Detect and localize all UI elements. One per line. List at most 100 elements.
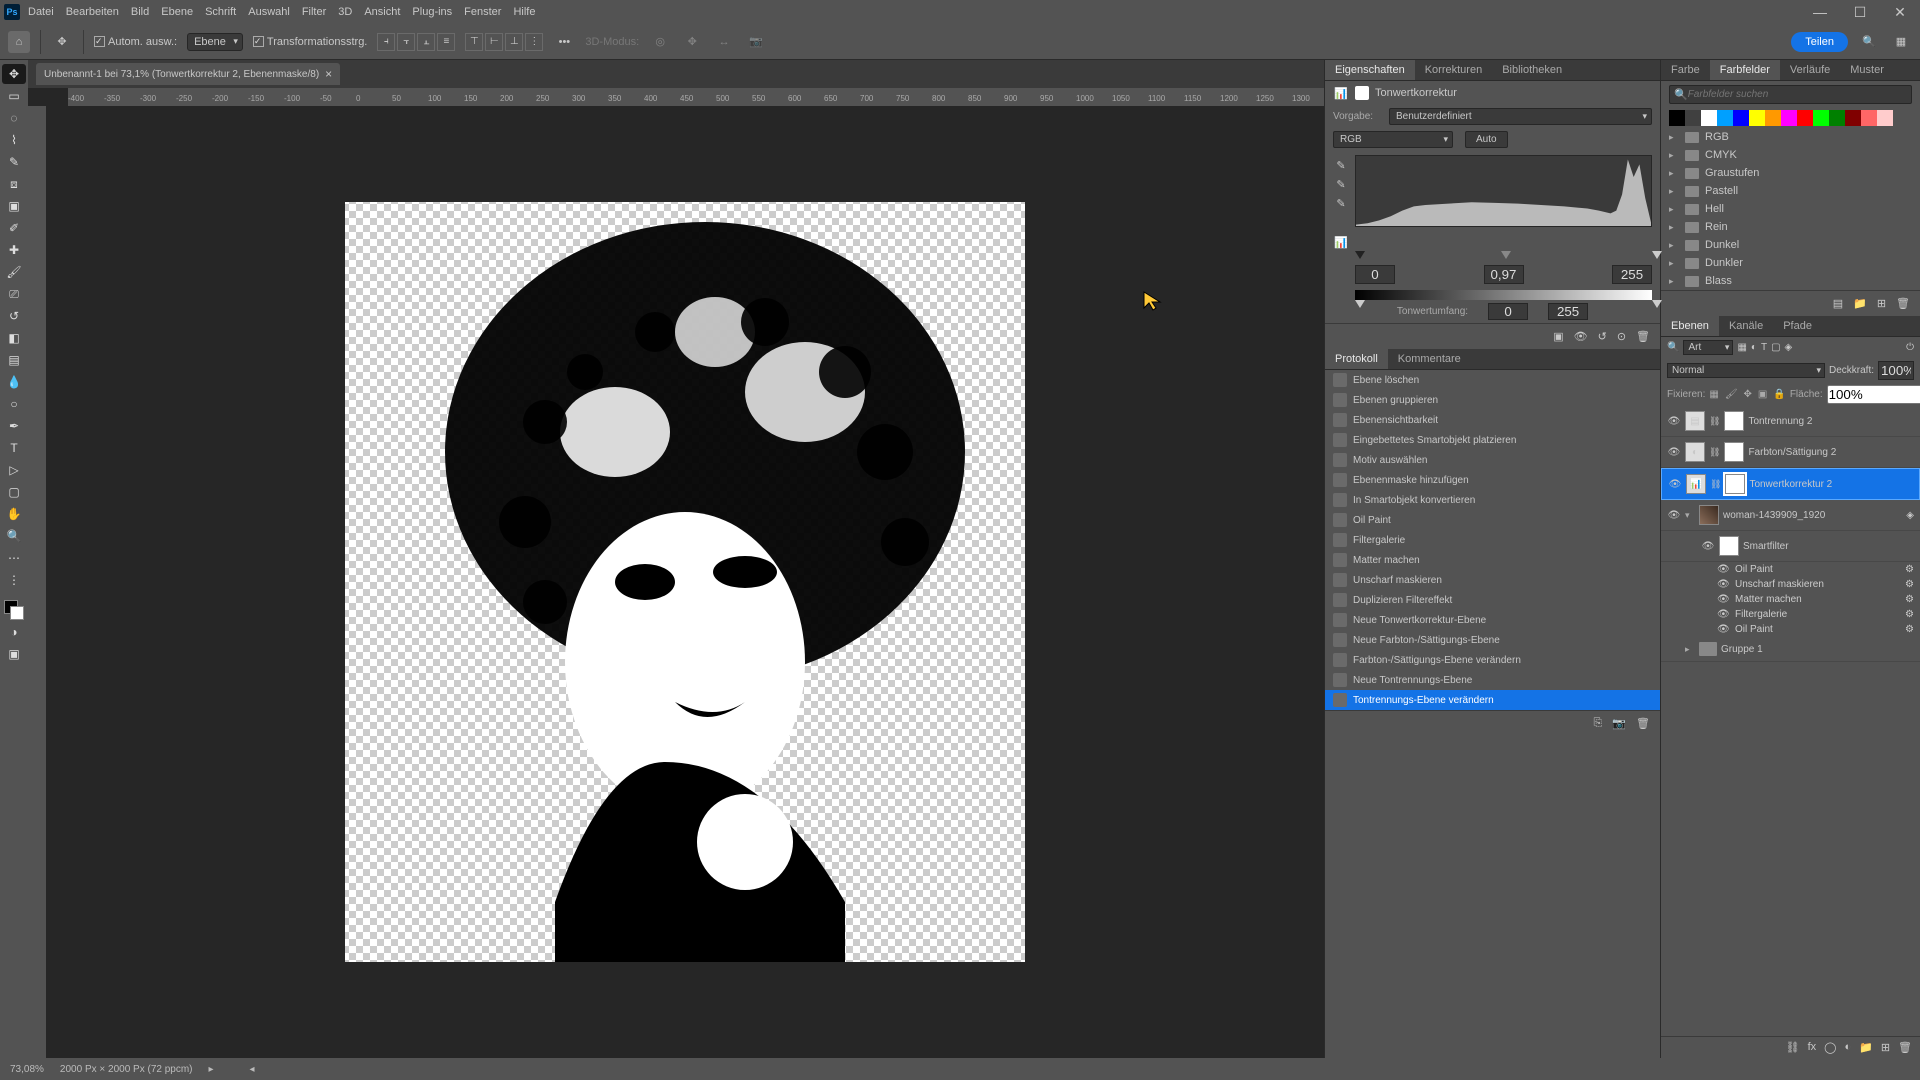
align-top-icon[interactable]: ⊤	[465, 33, 483, 51]
tab-farbe[interactable]: Farbe	[1661, 60, 1710, 80]
layer-name[interactable]: Tontrennung 2	[1748, 416, 1812, 427]
quick-mask-icon[interactable]: ◑	[2, 622, 26, 642]
visibility-icon[interactable]: 👁	[1701, 541, 1715, 552]
align-vcenter-icon[interactable]: ⊢	[485, 33, 503, 51]
swatch[interactable]	[1781, 110, 1797, 126]
reset-icon[interactable]: ⊙	[1617, 330, 1626, 343]
swatch[interactable]	[1733, 110, 1749, 126]
fill-input[interactable]	[1827, 385, 1920, 404]
gradient-tool[interactable]: ▤	[2, 350, 26, 370]
tab-bibliotheken[interactable]: Bibliotheken	[1492, 60, 1572, 80]
more-options-icon[interactable]: •••	[553, 31, 575, 53]
distribute-h-icon[interactable]: ≡	[437, 33, 455, 51]
swatch[interactable]	[1829, 110, 1845, 126]
filter-options-icon[interactable]: ⚙	[1905, 564, 1914, 575]
lock-position-icon[interactable]: ✥	[1744, 389, 1752, 400]
swatch[interactable]	[1669, 110, 1685, 126]
swatch-search[interactable]: 🔍	[1669, 85, 1912, 104]
marquee-tool[interactable]: ◌	[2, 108, 26, 128]
auto-select-checkbox[interactable]: Autom. ausw.:	[94, 36, 177, 48]
menu-ebene[interactable]: Ebene	[161, 6, 193, 18]
swatch[interactable]	[1845, 110, 1861, 126]
quick-select-tool[interactable]: ✎	[2, 152, 26, 172]
smart-filter-item[interactable]: 👁Oil Paint⚙	[1661, 562, 1920, 577]
history-step[interactable]: Neue Tonwertkorrektur-Ebene	[1325, 610, 1660, 630]
new-layer-icon[interactable]: ⊞	[1881, 1041, 1890, 1054]
menu-bild[interactable]: Bild	[131, 6, 149, 18]
auto-button[interactable]: Auto	[1465, 131, 1508, 148]
channel-dropdown[interactable]: RGB	[1333, 131, 1453, 148]
mid-slider-handle[interactable]	[1501, 251, 1511, 259]
swatch[interactable]	[1717, 110, 1733, 126]
history-list[interactable]: EbenensichtbarkeitEbene löschenEbenen gr…	[1325, 370, 1660, 710]
lasso-tool[interactable]: ⌇	[2, 130, 26, 150]
filter-visibility-icon[interactable]: 👁	[1717, 594, 1729, 605]
layer-name[interactable]: Gruppe 1	[1721, 644, 1763, 655]
delete-state-icon[interactable]: 🗑	[1636, 717, 1650, 730]
align-left-icon[interactable]: ⫞	[377, 33, 395, 51]
toggle-visibility-icon[interactable]: 👁	[1574, 330, 1588, 343]
layer-name[interactable]: Tonwertkorrektur 2	[1749, 479, 1832, 490]
history-step[interactable]: Ebene löschen	[1325, 370, 1660, 390]
clip-icon[interactable]: 📊	[1334, 236, 1348, 249]
swatch[interactable]	[1749, 110, 1765, 126]
adjustment-layer-icon[interactable]: ◐	[1844, 1041, 1851, 1054]
snapshot-icon[interactable]: 📷	[1612, 717, 1626, 730]
layer-name[interactable]: Farbton/Sättigung 2	[1748, 447, 1836, 458]
filter-type-icon[interactable]: T	[1761, 342, 1767, 353]
distribute-v-icon[interactable]: ⋮	[525, 33, 543, 51]
move-tool[interactable]: ✥	[2, 64, 26, 84]
lock-transparency-icon[interactable]: ▦	[1709, 389, 1718, 400]
filter-mask-thumb[interactable]	[1719, 536, 1739, 556]
smart-filter-item[interactable]: 👁Unscharf maskieren⚙	[1661, 577, 1920, 592]
expand-icon[interactable]: ▾	[1685, 510, 1695, 521]
ruler-horizontal[interactable]: -400-350-300-250-200-150-100-50050100150…	[68, 88, 1324, 106]
eyedropper-tool[interactable]: ✐	[2, 218, 26, 238]
tab-ebenen[interactable]: Ebenen	[1661, 316, 1719, 336]
filter-toggle-icon[interactable]: ⏻	[1906, 342, 1914, 353]
history-step[interactable]: Motiv auswählen	[1325, 450, 1660, 470]
shape-tool[interactable]: ▢	[2, 482, 26, 502]
shadow-input[interactable]	[1355, 265, 1395, 284]
minimize-button[interactable]: —	[1804, 4, 1836, 21]
color-swatches[interactable]	[4, 600, 24, 620]
search-icon[interactable]: 🔍	[1858, 31, 1880, 53]
swatch[interactable]	[1813, 110, 1829, 126]
shadow-slider-handle[interactable]	[1355, 251, 1365, 259]
tab-verläufe[interactable]: Verläufe	[1780, 60, 1840, 80]
swatch-search-input[interactable]	[1688, 89, 1907, 100]
history-step[interactable]: Neue Farbton-/Sättigungs-Ebene	[1325, 630, 1660, 650]
mask-thumb[interactable]	[1724, 411, 1744, 431]
pen-tool[interactable]: ✒	[2, 416, 26, 436]
layer-style-icon[interactable]: fx	[1808, 1041, 1817, 1054]
healing-tool[interactable]: ✚	[2, 240, 26, 260]
lock-all-icon[interactable]: 🔒	[1773, 389, 1785, 400]
layer-smart-object[interactable]: 👁 ▾ woman-1439909_1920 ◈	[1661, 500, 1920, 531]
history-brush-tool[interactable]: ↺	[2, 306, 26, 326]
output-low-slider-handle[interactable]	[1355, 300, 1365, 308]
swatch-group-rgb[interactable]: ▸RGB	[1661, 128, 1920, 146]
link-icon[interactable]: ⛓	[1709, 416, 1720, 427]
visibility-icon[interactable]: 👁	[1667, 416, 1681, 427]
move-tool-icon[interactable]: ✥	[51, 31, 73, 53]
layer-group[interactable]: ▸ Gruppe 1	[1661, 637, 1920, 662]
tab-korrekturen[interactable]: Korrekturen	[1415, 60, 1492, 80]
swatch-group-cmyk[interactable]: ▸CMYK	[1661, 146, 1920, 164]
visibility-icon[interactable]: 👁	[1667, 510, 1681, 521]
layers-tree[interactable]: 👁 ▤ ⛓ Tontrennung 2 👁 ◐ ⛓ Farbton/Sättig…	[1661, 406, 1920, 1036]
edit-toolbar-icon[interactable]: ⋮	[2, 570, 26, 590]
tab-farbfelder[interactable]: Farbfelder	[1710, 60, 1780, 80]
opacity-input[interactable]	[1878, 361, 1914, 380]
ruler-vertical[interactable]	[28, 106, 46, 1058]
blur-tool[interactable]: 💧	[2, 372, 26, 392]
swatch-group-dunkel[interactable]: ▸Dunkel	[1661, 236, 1920, 254]
tab-protokoll[interactable]: Protokoll	[1325, 349, 1388, 369]
filter-visibility-icon[interactable]: 👁	[1717, 564, 1729, 575]
create-document-from-state-icon[interactable]: ⎘	[1594, 717, 1603, 730]
dodge-tool[interactable]: ○	[2, 394, 26, 414]
artboard[interactable]	[345, 202, 1025, 962]
new-swatch-group-icon[interactable]: 📁	[1853, 297, 1867, 310]
menu-3d[interactable]: 3D	[338, 6, 352, 18]
brush-tool[interactable]: 🖌	[2, 262, 26, 282]
histogram[interactable]	[1355, 155, 1652, 227]
